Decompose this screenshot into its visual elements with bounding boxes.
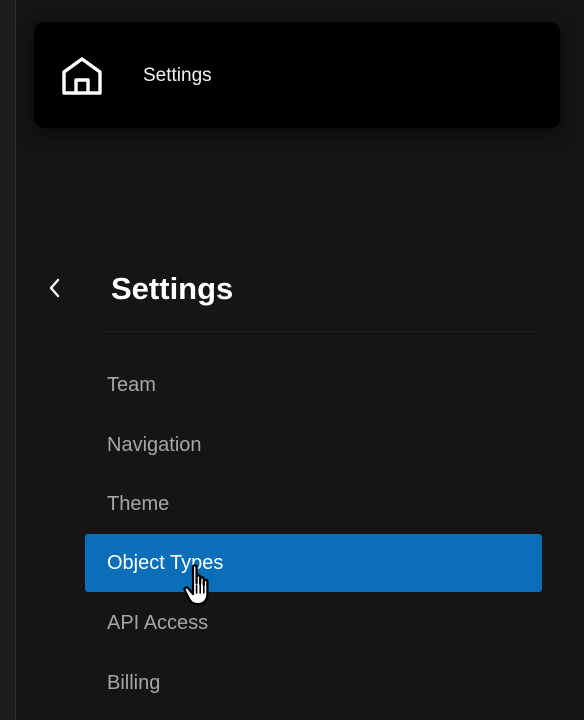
settings-menu-item-theme[interactable]: Theme [85, 475, 542, 533]
home-icon[interactable] [61, 55, 103, 97]
top-navigation-card[interactable] [34, 22, 560, 128]
chevron-left-icon [49, 278, 60, 298]
settings-panel-title: Settings [111, 271, 234, 306]
settings-menu-item-label: Team [107, 374, 156, 396]
left-sidebar-edge [0, 0, 16, 720]
settings-menu-item-navigation[interactable]: Navigation [85, 416, 542, 474]
settings-menu-item-team[interactable]: Team [85, 356, 542, 414]
title-divider [100, 331, 540, 332]
back-button[interactable] [40, 270, 70, 306]
top-navigation-label: Settings [143, 65, 212, 86]
settings-menu-item-label: Theme [107, 493, 170, 515]
settings-menu-item-label: Billing [107, 672, 161, 694]
settings-menu-item-billing[interactable]: Billing [85, 654, 542, 712]
settings-menu-item-label: Navigation [107, 434, 202, 456]
settings-menu-item-object-types[interactable]: Object Types [85, 534, 542, 592]
settings-menu-item-api-access[interactable]: API Access [85, 594, 542, 652]
settings-screen: Settings Settings Team Navigation Theme … [0, 0, 584, 720]
settings-menu-item-label: Object Types [107, 552, 224, 574]
settings-menu-item-label: API Access [107, 612, 209, 634]
